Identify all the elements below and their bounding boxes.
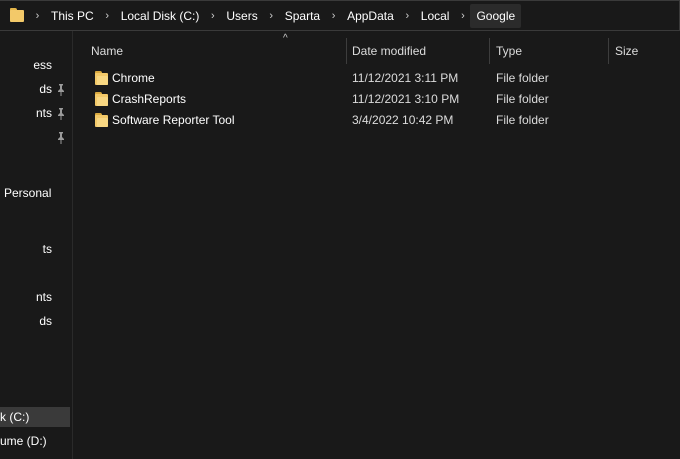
file-type: File folder xyxy=(496,71,549,85)
chevron-right-icon[interactable]: › xyxy=(205,10,220,22)
file-name: Software Reporter Tool xyxy=(112,113,235,127)
file-type: File folder xyxy=(496,113,549,127)
breadcrumb-sparta[interactable]: Sparta xyxy=(279,4,326,28)
address-bar[interactable]: › This PC › Local Disk (C:) › Users › Sp… xyxy=(0,0,680,31)
details-header: ^ Name Date modified Type Size xyxy=(73,31,680,67)
chevron-right-icon[interactable]: › xyxy=(455,10,470,22)
sort-ascending-icon: ^ xyxy=(283,33,288,44)
column-header-name[interactable]: Name xyxy=(91,41,123,61)
file-row[interactable]: Software Reporter Tool 3/4/2022 10:42 PM… xyxy=(73,110,680,131)
breadcrumb-this-pc[interactable]: This PC xyxy=(45,4,100,28)
nav-item-local-disk-c[interactable]: k (C:) xyxy=(0,407,70,427)
chevron-right-icon[interactable]: › xyxy=(326,10,341,22)
column-header-type[interactable]: Type xyxy=(496,41,522,61)
pin-icon xyxy=(56,83,66,96)
file-name: Chrome xyxy=(112,71,155,85)
file-type: File folder xyxy=(496,92,549,106)
column-header-date-modified[interactable]: Date modified xyxy=(352,41,426,61)
chevron-right-icon[interactable]: › xyxy=(400,10,415,22)
column-divider[interactable] xyxy=(346,38,347,64)
nav-item-onedrive-personal[interactable]: Personal xyxy=(0,183,70,203)
file-date: 11/12/2021 3:10 PM xyxy=(352,92,460,106)
breadcrumb: › This PC › Local Disk (C:) › Users › Sp… xyxy=(30,1,522,30)
column-divider[interactable] xyxy=(608,38,609,64)
chevron-right-icon[interactable]: › xyxy=(30,10,45,22)
nav-item-this-pc-child-1[interactable]: ts xyxy=(0,239,70,259)
column-header-size[interactable]: Size xyxy=(615,41,638,61)
chevron-right-icon[interactable]: › xyxy=(264,10,279,22)
nav-item-quick-access[interactable]: ess xyxy=(0,55,70,75)
folder-icon xyxy=(95,92,110,107)
folder-icon xyxy=(95,113,110,128)
nav-item-this-pc-child-2[interactable]: nts xyxy=(0,287,70,307)
folder-icon xyxy=(10,8,25,24)
file-date: 11/12/2021 3:11 PM xyxy=(352,71,459,85)
file-row[interactable]: CrashReports 11/12/2021 3:10 PM File fol… xyxy=(73,89,680,110)
nav-item-pinned-3[interactable] xyxy=(0,127,70,147)
nav-item-pinned-1[interactable]: ds xyxy=(0,79,70,99)
file-row[interactable]: Chrome 11/12/2021 3:11 PM File folder xyxy=(73,68,680,89)
breadcrumb-local[interactable]: Local xyxy=(415,4,456,28)
breadcrumb-google[interactable]: Google xyxy=(470,3,522,28)
nav-item-this-pc-child-3[interactable]: ds xyxy=(0,311,70,331)
pin-icon xyxy=(56,107,66,120)
breadcrumb-appdata[interactable]: AppData xyxy=(341,4,400,28)
navigation-pane: ess ds nts Personal ts nts ds k (C:) ume… xyxy=(0,31,72,459)
chevron-right-icon[interactable]: › xyxy=(100,10,115,22)
nav-item-pinned-2[interactable]: nts xyxy=(0,103,70,123)
pin-icon xyxy=(56,131,66,144)
nav-item-volume-d[interactable]: ume (D:) xyxy=(0,431,70,451)
folder-icon xyxy=(95,71,110,86)
file-date: 3/4/2022 10:42 PM xyxy=(352,113,454,127)
file-name: CrashReports xyxy=(112,92,187,106)
breadcrumb-users[interactable]: Users xyxy=(220,4,263,28)
file-explorer-window: › This PC › Local Disk (C:) › Users › Sp… xyxy=(0,0,680,459)
breadcrumb-local-disk[interactable]: Local Disk (C:) xyxy=(115,4,206,28)
column-divider[interactable] xyxy=(489,38,490,64)
